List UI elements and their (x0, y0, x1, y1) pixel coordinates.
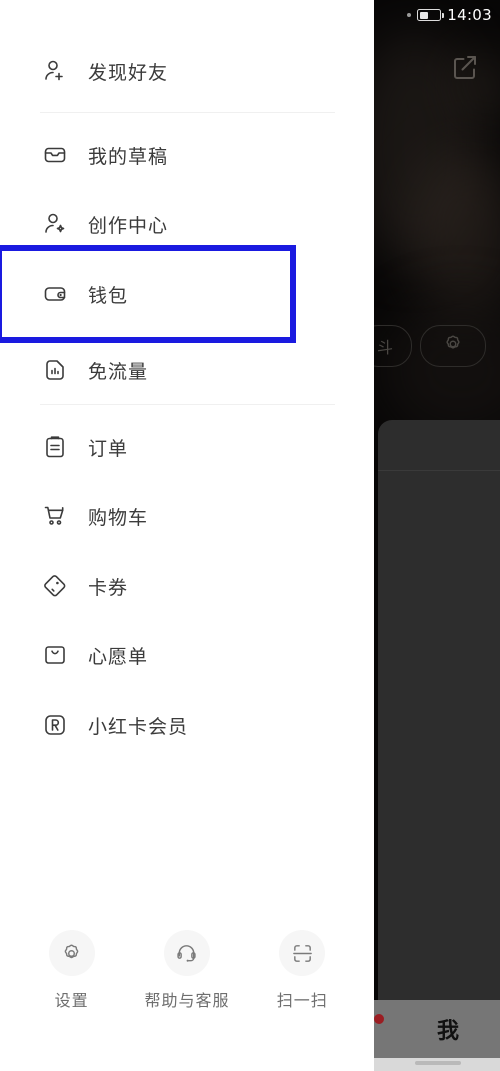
menu-item-label: 订单 (88, 437, 129, 460)
notification-badge (374, 1014, 384, 1024)
gear-icon (442, 333, 464, 359)
menu-item-label: 我的草稿 (88, 145, 169, 168)
toolbar-item-scan[interactable]: 扫一扫 (254, 930, 350, 1011)
menu-item-label: 创作中心 (88, 214, 169, 237)
scan-qr-icon (279, 930, 326, 976)
bokeh-glow (380, 300, 500, 440)
pill-left-label: 斗 (376, 338, 393, 357)
menu-group-separator (40, 404, 335, 405)
gesture-pill (415, 1061, 461, 1065)
clipboard-order-icon (42, 434, 68, 460)
shopping-cart-icon (42, 503, 68, 529)
menu-item-label: 卡券 (88, 576, 129, 599)
menu-item-wishlist[interactable]: 心愿单 (0, 630, 374, 680)
menu-item-wallet[interactable]: 钱包 (0, 269, 374, 319)
gear-icon (48, 930, 95, 976)
settings-pill-button[interactable] (420, 325, 486, 367)
status-bar-clock: 14:03 (447, 6, 492, 24)
battery-icon (417, 9, 445, 21)
menu-item-discover-friends[interactable]: 发现好友 (0, 46, 374, 96)
bottom-nav-bar[interactable]: 我 (374, 1000, 500, 1058)
external-link-icon[interactable] (450, 52, 480, 82)
drawer-bottom-toolbar: 设置 帮助与客服 扫一扫 (0, 930, 374, 1040)
menu-item-label: 心愿单 (88, 645, 149, 668)
coupon-tag-icon (42, 573, 68, 599)
menu-item-coupons[interactable]: 卡券 (0, 561, 374, 611)
menu-item-label: 购物车 (88, 506, 149, 529)
toolbar-item-help-support[interactable]: 帮助与客服 (139, 930, 235, 1011)
menu-item-label: 钱包 (88, 284, 129, 307)
headset-support-icon (163, 930, 210, 976)
menu-item-shopping-cart[interactable]: 购物车 (0, 491, 374, 541)
wishlist-bag-icon (42, 642, 68, 668)
wallet-icon (42, 281, 68, 307)
toolbar-item-label: 设置 (54, 991, 89, 1010)
menu-item-membership[interactable]: 小红卡会员 (0, 700, 374, 750)
signal-dot-icon (407, 13, 412, 17)
side-drawer-menu: 发现好友 我的草稿 创作中心 钱包 免流量 订单 购物车 卡券 心愿单 小红卡会… (0, 0, 374, 1071)
menu-item-free-data[interactable]: 免流量 (0, 345, 374, 395)
battery-fill (419, 11, 428, 19)
bottom-nav-item-me[interactable]: 我 (437, 1013, 459, 1045)
toolbar-item-label: 扫一扫 (276, 991, 328, 1010)
toolbar-item-settings[interactable]: 设置 (24, 930, 120, 1011)
drafts-inbox-icon (42, 142, 68, 168)
menu-item-my-drafts[interactable]: 我的草稿 (0, 130, 374, 180)
menu-item-label: 小红卡会员 (88, 715, 189, 738)
menu-group-separator (40, 112, 335, 113)
menu-item-creator-center[interactable]: 创作中心 (0, 199, 374, 249)
menu-item-label: 免流量 (88, 360, 149, 383)
menu-item-label: 发现好友 (88, 61, 169, 84)
background-card-divider (378, 470, 500, 471)
membership-r-icon (42, 712, 68, 738)
creator-center-icon (42, 211, 68, 237)
add-friend-icon (42, 58, 68, 84)
sim-data-icon (42, 357, 68, 383)
toolbar-item-label: 帮助与客服 (144, 991, 230, 1010)
background-content-card (378, 420, 500, 1000)
menu-item-orders[interactable]: 订单 (0, 422, 374, 472)
